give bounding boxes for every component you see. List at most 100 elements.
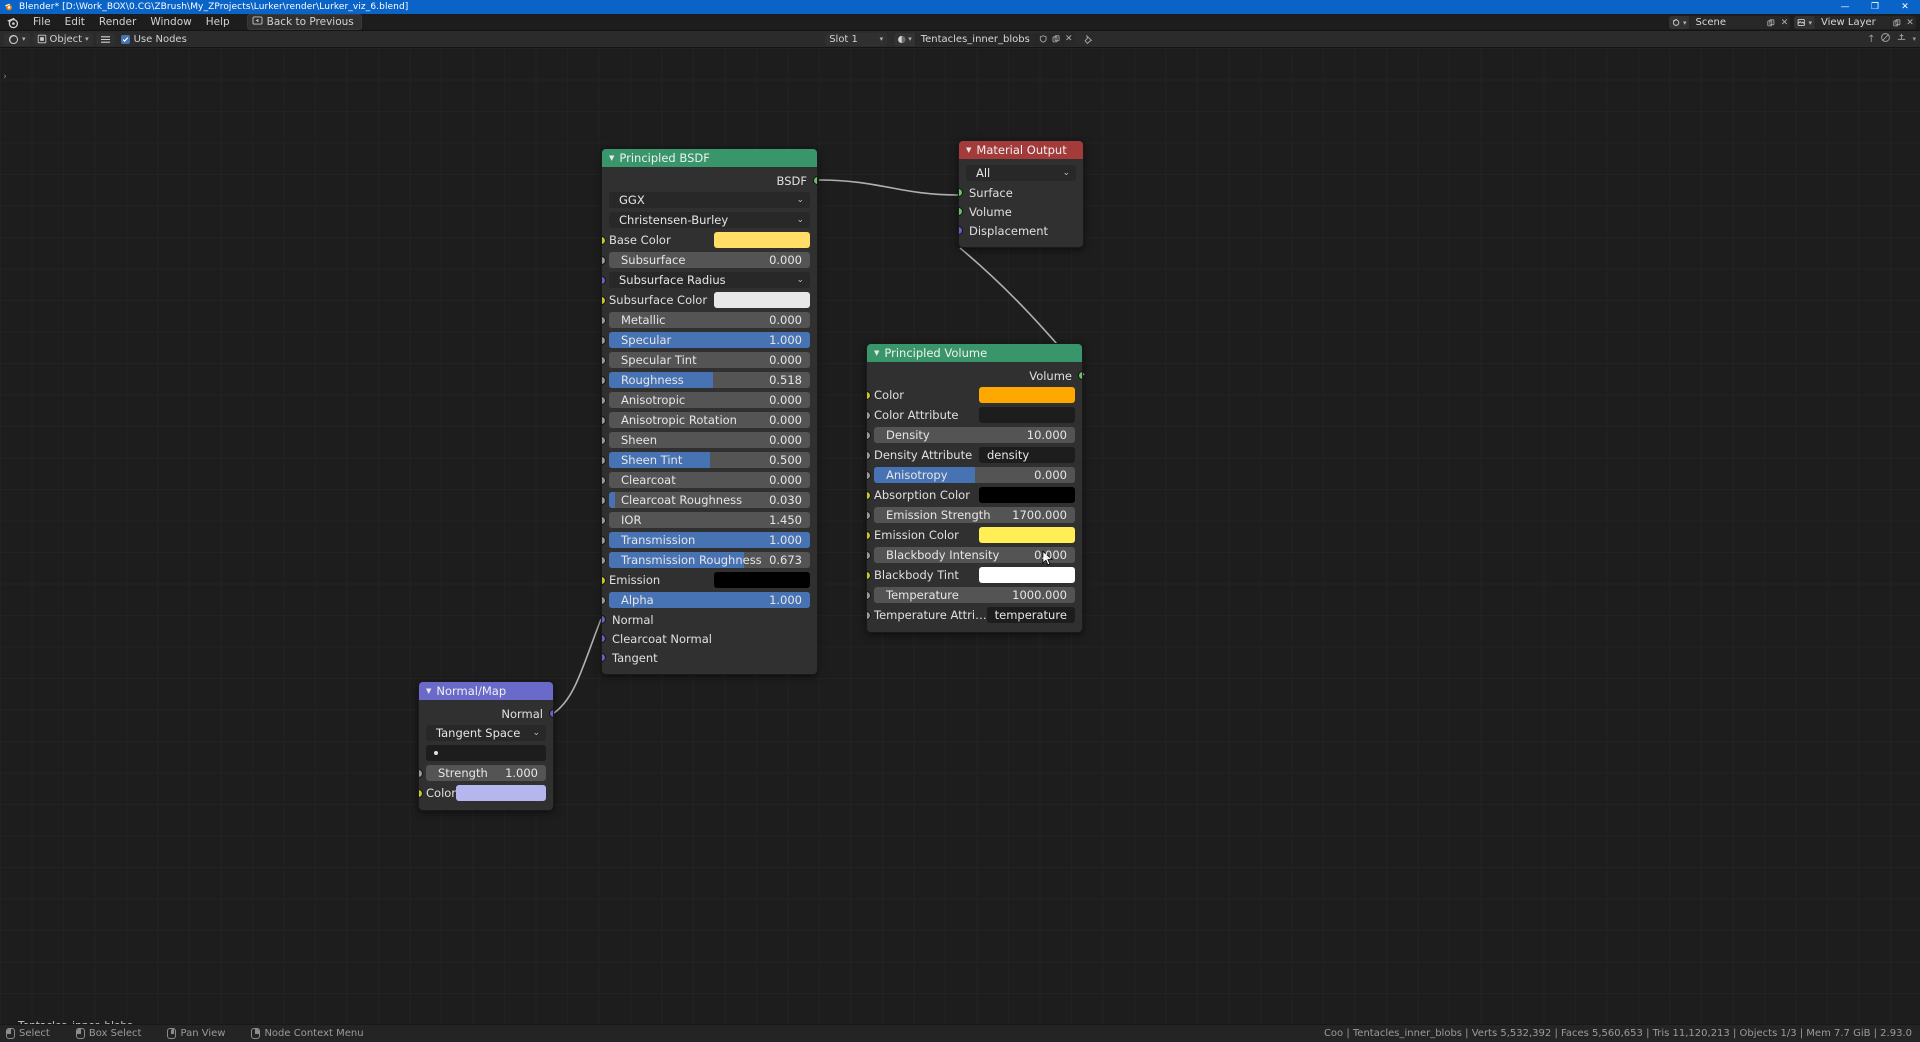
bsdf-input-slider-1[interactable]: Subsurface 0.000: [609, 252, 810, 268]
bsdf-output-socket[interactable]: [813, 176, 817, 185]
use-nodes-label: Use Nodes: [133, 33, 187, 45]
collapse-triangle-icon[interactable]: ▼: [426, 687, 431, 695]
bsdf-input-color-swatch-0[interactable]: [714, 232, 810, 248]
volume-input-text-field-11[interactable]: temperature: [986, 607, 1075, 623]
volume-input-color-swatch-9[interactable]: [979, 567, 1075, 583]
bsdf-input-slider-9[interactable]: Anisotropic Rotation 0.000: [609, 412, 810, 428]
material-output-label-0: Surface: [969, 185, 1013, 200]
editor-right-chevron-icon[interactable]: ▾: [1912, 35, 1916, 43]
bsdf-output-label: BSDF: [776, 173, 807, 188]
material-new-button[interactable]: [1048, 32, 1062, 46]
node-principled-volume-header[interactable]: ▼ Principled Volume: [867, 344, 1082, 362]
viewlayer-remove-button[interactable]: ✕: [1903, 16, 1916, 29]
normalmap-output-socket[interactable]: [549, 709, 553, 718]
maximize-button[interactable]: ❐: [1860, 0, 1890, 14]
use-nodes-toggle[interactable]: Use Nodes: [118, 34, 190, 45]
bsdf-input-slider-15[interactable]: Transmission 1.000: [609, 532, 810, 548]
node-normal-map-header[interactable]: ▼ Normal/Map: [419, 682, 553, 700]
material-output-target-dropdown[interactable]: All ⌄: [966, 165, 1076, 181]
volume-input-text-field-1[interactable]: [979, 407, 1075, 423]
bsdf-input-slider-13[interactable]: Clearcoat Roughness 0.030: [609, 492, 810, 508]
node-normal-map[interactable]: ▼ Normal/Map Normal Tangent Space ⌄ Stre…: [418, 681, 554, 811]
bsdf-input-slider-14[interactable]: IOR 1.450: [609, 512, 810, 528]
collapse-triangle-icon[interactable]: ▼: [874, 349, 879, 357]
shader-type-selector[interactable]: Object ▾: [32, 32, 93, 46]
bsdf-input-color-swatch-17[interactable]: [714, 572, 810, 588]
menu-window[interactable]: Window: [143, 14, 198, 30]
collapse-triangle-icon[interactable]: ▼: [966, 146, 971, 154]
bsdf-input-color-swatch-3[interactable]: [714, 292, 810, 308]
viewlayer-datablock[interactable]: ▾ View Layer ✕: [1794, 16, 1916, 29]
bsdf-input-slider-12[interactable]: Clearcoat 0.000: [609, 472, 810, 488]
menu-help[interactable]: Help: [199, 14, 237, 30]
volume-input-color-swatch-0[interactable]: [979, 387, 1075, 403]
bsdf-input-slider-4[interactable]: Metallic 0.000: [609, 312, 810, 328]
volume-input-slider-6[interactable]: Emission Strength 1700.000: [874, 507, 1075, 523]
node-principled-volume[interactable]: ▼ Principled Volume Volume Color Color At…: [866, 343, 1083, 633]
node-principled-bsdf-header[interactable]: ▼ Principled BSDF: [602, 149, 817, 167]
bsdf-input-slider-6[interactable]: Specular Tint 0.000: [609, 352, 810, 368]
menu-render[interactable]: Render: [92, 14, 143, 30]
editor-type-button[interactable]: ▾: [4, 32, 30, 46]
snap-dropdown-icon[interactable]: [1896, 32, 1907, 46]
bsdf-input-slider-18[interactable]: Alpha 1.000: [609, 592, 810, 608]
normalmap-input-slider-0[interactable]: Strength 1.000: [426, 765, 546, 781]
bsdf-input-label-21: Tangent: [612, 650, 658, 665]
node-editor-canvas[interactable]: › ▼ Principled BSDF BSDF GGX ⌄ Christens…: [0, 48, 1920, 1024]
bsdf-input-value-10: 0.000: [769, 433, 802, 447]
volume-output-socket[interactable]: [1078, 371, 1082, 380]
bsdf-input-slider-11[interactable]: Sheen Tint 0.500: [609, 452, 810, 468]
normalmap-uvmap-field[interactable]: [426, 745, 546, 761]
bsdf-distribution-dropdown[interactable]: GGX ⌄: [609, 192, 810, 208]
bsdf-subsurface-method-chevron-icon: ⌄: [796, 215, 804, 225]
volume-input-slider-10[interactable]: Temperature 1000.000: [874, 587, 1075, 603]
snapping-menu-button[interactable]: [95, 32, 115, 46]
scene-new-button[interactable]: [1764, 16, 1777, 29]
bsdf-input-slider-7[interactable]: Roughness 0.518: [609, 372, 810, 388]
close-button[interactable]: ✕: [1890, 0, 1920, 14]
scene-unlink-button[interactable]: ✕: [1777, 16, 1790, 29]
sidebar-tab-handle[interactable]: ›: [1, 70, 9, 84]
scene-chevron-icon: ▾: [1682, 18, 1687, 27]
blender-logo-icon[interactable]: [6, 16, 20, 29]
window-titlebar: Blender* [D:\Work_BOX\0.CG\ZBrush\My_ZPr…: [0, 0, 1920, 14]
bsdf-input-dropdown-2[interactable]: Subsurface Radius ⌄: [609, 272, 810, 288]
volume-input-slider-4[interactable]: Anisotropy 0.000: [874, 467, 1075, 483]
scene-datablock[interactable]: ▾ Scene ✕: [1668, 16, 1791, 29]
volume-input-label-5: Absorption Color: [874, 488, 970, 502]
node-material-output[interactable]: ▼ Material Output All ⌄ Surface Volume Dis…: [958, 140, 1084, 248]
material-slot-selector[interactable]: Slot 1 ▾: [825, 32, 888, 46]
node-material-output-header[interactable]: ▼ Material Output: [959, 141, 1083, 159]
volume-input-label-10: Temperature: [886, 588, 959, 602]
viewlayer-new-button[interactable]: [1890, 16, 1903, 29]
material-fake-user-button[interactable]: [1035, 32, 1049, 46]
menu-file[interactable]: File: [26, 14, 58, 30]
volume-input-slider-8[interactable]: Blackbody Intensity 0.000: [874, 547, 1075, 563]
overlays-arrow-icon[interactable]: ↑: [1867, 34, 1875, 45]
bsdf-input-slider-10[interactable]: Sheen 0.000: [609, 432, 810, 448]
bsdf-input-slider-5[interactable]: Specular 1.000: [609, 332, 810, 348]
bsdf-input-label-11: Sheen Tint: [621, 453, 683, 467]
normalmap-space-dropdown[interactable]: Tangent Space ⌄: [426, 725, 546, 741]
link-bsdf-to-surface: [818, 179, 959, 196]
bsdf-output-row: BSDF: [602, 171, 817, 190]
volume-input-text-field-3[interactable]: density: [979, 447, 1075, 463]
bsdf-input-slider-16[interactable]: Transmission Roughness 0.673: [609, 552, 810, 568]
overlays-toggle-icon[interactable]: [1880, 32, 1891, 46]
bsdf-distribution-row: GGX ⌄: [602, 190, 817, 210]
bsdf-input-slider-8[interactable]: Anisotropic 0.000: [609, 392, 810, 408]
minimize-button[interactable]: —: [1830, 0, 1860, 14]
node-principled-bsdf[interactable]: ▼ Principled BSDF BSDF GGX ⌄ Christensen…: [601, 148, 818, 675]
volume-input-slider-2[interactable]: Density 10.000: [874, 427, 1075, 443]
back-to-previous-button[interactable]: Back to Previous: [246, 14, 362, 30]
material-slot-label: Slot 1: [829, 33, 858, 45]
collapse-triangle-icon[interactable]: ▼: [609, 154, 614, 162]
material-unlink-button[interactable]: ✕: [1061, 32, 1075, 46]
volume-input-color-swatch-7[interactable]: [979, 527, 1075, 543]
volume-input-color-swatch-5[interactable]: [979, 487, 1075, 503]
material-pin-button[interactable]: [1082, 33, 1095, 46]
menu-edit[interactable]: Edit: [58, 14, 92, 30]
normalmap-input-color-swatch-1[interactable]: [456, 785, 546, 801]
bsdf-subsurface-method-dropdown[interactable]: Christensen-Burley ⌄: [609, 212, 810, 228]
material-datablock[interactable]: ▾ Tentacles_inner_blobs ✕: [894, 32, 1075, 46]
